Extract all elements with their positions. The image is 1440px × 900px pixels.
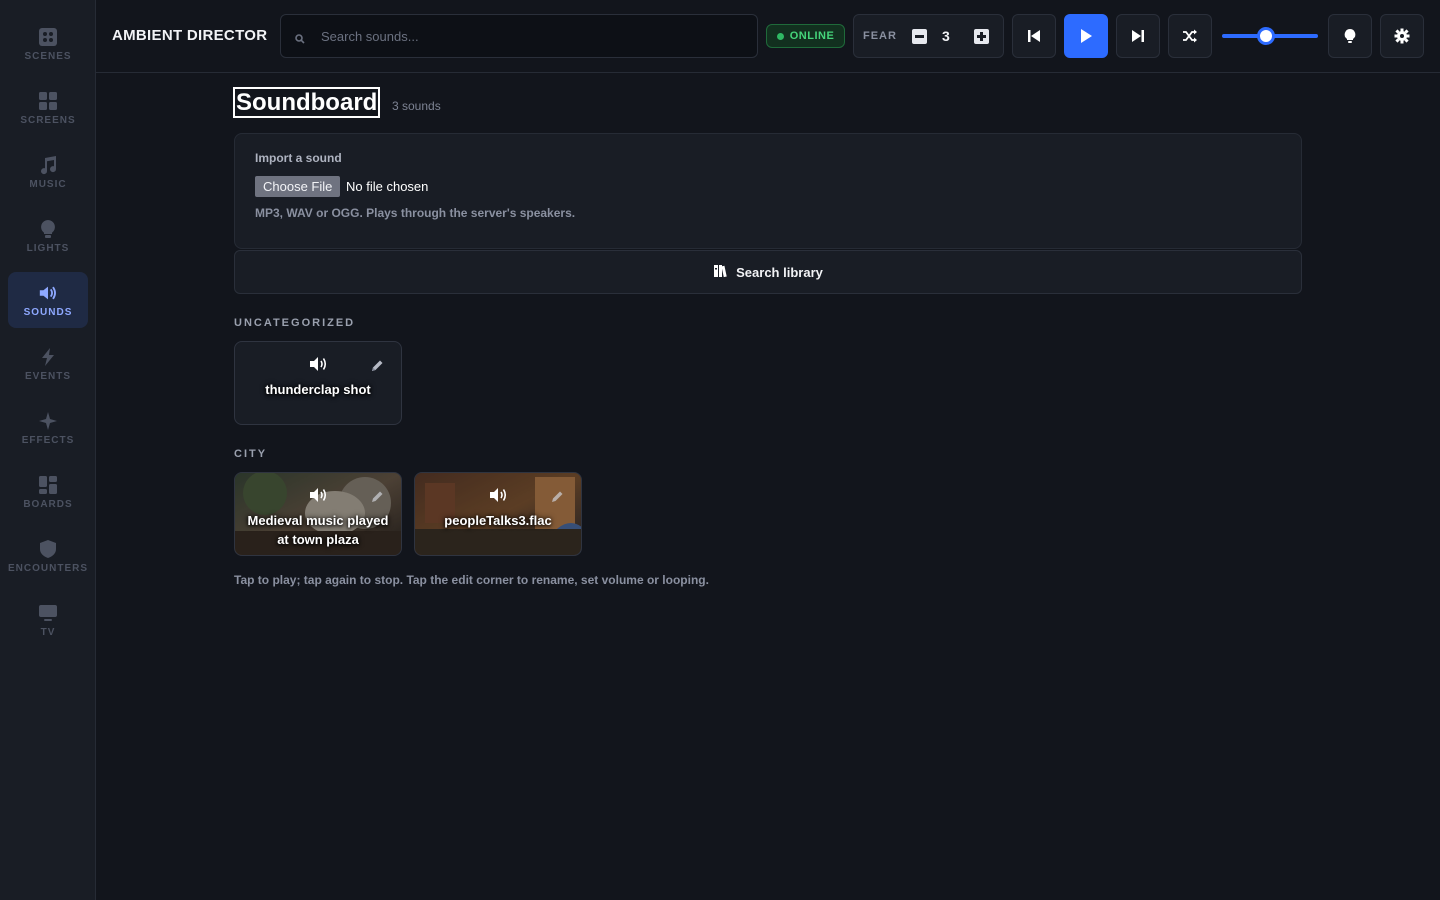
main-content: Soundboard 3 sounds Import a sound Choos… [96,73,1440,900]
shuffle-button[interactable] [1168,14,1212,58]
sidebar-item-label: EVENTS [24,370,71,382]
book-icon [713,264,727,281]
shield-icon [38,539,58,559]
sound-count: 3 sounds [392,99,441,113]
sound-name: thunderclap shot [265,382,371,397]
search-library-label: Search library [736,264,823,280]
sparkle-icon [38,411,58,431]
gear-icon [1394,28,1410,44]
choose-file-button[interactable]: Choose File [255,176,341,197]
sidebar-item-label: MUSIC [29,178,67,190]
scenes-icon [38,27,58,47]
sound-tile[interactable]: thunderclap shot [234,341,402,425]
sidebar-item-label: TV [40,626,56,638]
tv-icon [38,603,58,623]
sidebar-item-label: LIGHTS [26,242,70,254]
top-bar: AMBIENT DIRECTOR ONLINE FEAR 3 [96,0,1440,73]
sidebar-item-screens[interactable]: SCREENS [8,80,88,136]
sidebar-item-scenes[interactable]: SCENES [8,16,88,72]
play-icon [1081,29,1092,43]
sidebar-item-music[interactable]: MUSIC [8,144,88,200]
settings-button[interactable] [1380,14,1424,58]
sidebar-item-label: BOARDS [23,498,73,510]
lightbulb-icon [38,219,58,239]
sidebar-item-tv[interactable]: TV [8,592,88,648]
bolt-icon [38,347,58,367]
sound-tile[interactable]: peopleTalks3.flac [414,472,582,556]
sidebar-item-boards[interactable]: BOARDS [8,464,88,520]
import-hint: MP3, WAV or OGG. Plays through the serve… [255,206,576,220]
search-library-button[interactable]: Search library [234,250,1302,294]
fear-value: 3 [942,28,950,44]
sound-name: Medieval music played at town plaza [247,513,389,547]
edit-pencil-icon[interactable] [369,489,385,505]
sound-name: peopleTalks3.flac [444,513,552,528]
screens-icon [38,91,58,111]
sound-tile[interactable]: Medieval music played at town plaza [234,472,402,556]
sidebar-item-label: SCREENS [20,114,76,126]
speaker-icon [309,356,329,372]
speaker-icon [489,487,509,503]
import-card: Import a sound Choose File No file chose… [234,133,1302,249]
speaker-icon [38,283,58,303]
music-icon [38,155,58,175]
next-button[interactable] [1116,14,1160,58]
footer-hint: Tap to play; tap again to stop. Tap the … [234,573,709,587]
app-title: AMBIENT DIRECTOR [112,27,268,44]
status-badge: ONLINE [766,24,845,48]
shuffle-icon [1183,29,1197,43]
import-title: Import a sound [255,151,342,165]
search-input[interactable] [319,27,739,45]
fear-label: FEAR [863,30,897,42]
lights-toggle-button[interactable] [1328,14,1372,58]
file-status: No file chosen [346,179,429,194]
search-icon [295,31,305,44]
skip-forward-icon [1132,30,1144,42]
search-box[interactable] [280,14,758,58]
skip-back-icon [1028,30,1040,42]
speaker-icon [309,487,329,503]
sidebar-item-label: EFFECTS [21,434,75,446]
edit-pencil-icon[interactable] [549,489,565,505]
volume-thumb[interactable] [1257,27,1275,45]
sidebar-item-events[interactable]: EVENTS [8,336,88,392]
sidebar-item-label: SCENES [24,50,72,62]
section-label-uncategorized: UNCATEGORIZED [234,317,356,329]
sidebar-item-effects[interactable]: EFFECTS [8,400,88,456]
sidebar-item-label: ENCOUNTERS [8,562,89,574]
status-dot-icon [776,32,784,40]
sidebar-item-encounters[interactable]: ENCOUNTERS [8,528,88,584]
fear-increment-button[interactable] [974,29,989,44]
volume-slider[interactable] [1222,27,1318,45]
sidebar-item-sounds[interactable]: SOUNDS [8,272,88,328]
section-label-city: CITY [234,448,268,460]
sidebar-item-lights[interactable]: LIGHTS [8,208,88,264]
fear-decrement-button[interactable] [912,29,927,44]
status-label: ONLINE [789,30,835,42]
sidebar: SCENES SCREENS MUSIC LIGHTS SOUNDS EVENT… [0,0,96,900]
play-button[interactable] [1064,14,1108,58]
fear-counter: FEAR 3 [853,14,1004,58]
lightbulb-icon [1344,29,1356,43]
sidebar-item-label: SOUNDS [23,306,73,318]
edit-pencil-icon[interactable] [369,358,385,374]
page-title: Soundboard [233,87,381,118]
boards-icon [38,475,58,495]
previous-button[interactable] [1012,14,1056,58]
